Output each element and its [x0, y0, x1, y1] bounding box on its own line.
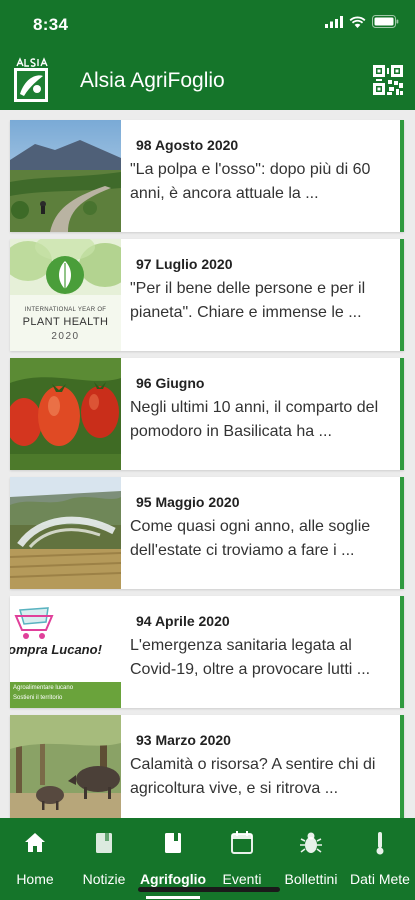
thumb-caption-line2: Agroalimentare lucano — [13, 685, 74, 691]
tab-label: Agrifoglio — [139, 871, 207, 887]
book-icon — [96, 833, 112, 853]
tab-label: Dati Mete — [350, 871, 410, 887]
home-icon — [25, 833, 45, 852]
status-time: 8:34 — [33, 15, 69, 34]
article-list: 98 Agosto 2020 "La polpa e l'osso": dopo… — [0, 110, 415, 818]
article-card[interactable]: 95 Maggio 2020 Come quasi ogni anno, all… — [10, 477, 404, 589]
thermometer-icon — [376, 832, 384, 855]
article-excerpt: "La polpa e l'osso": dopo più di 60 anni… — [130, 161, 371, 202]
article-thumbnail: ompra Lucano! Agroalimentare lucano Sost… — [10, 596, 121, 708]
tab-bollettini[interactable]: Bollettini — [276, 818, 346, 900]
article-thumbnail — [10, 120, 121, 232]
article-card[interactable]: 98 Agosto 2020 "La polpa e l'osso": dopo… — [10, 120, 404, 232]
article-thumbnail — [10, 477, 121, 589]
thumb-caption-line3: Sostieni il territorio — [13, 695, 63, 701]
battery-icon — [372, 15, 399, 28]
app-bar: Alsia AgriFoglio — [0, 52, 415, 110]
tab-label: Notizie — [82, 871, 126, 887]
home-indicator — [138, 887, 280, 892]
tab-notizie[interactable]: Notizie — [69, 818, 139, 900]
article-excerpt: Calamità o risorsa? A sentire chi di agr… — [130, 756, 376, 797]
wifi-icon — [349, 16, 366, 28]
calendar-icon — [231, 831, 253, 854]
tab-label: Bollettini — [284, 871, 338, 887]
book-icon — [165, 833, 181, 853]
article-card[interactable]: INTERNATIONAL YEAR OF PLANT HEALTH 2020 … — [10, 239, 404, 351]
article-date: 98 Agosto 2020 — [136, 137, 239, 153]
article-date: 96 Giugno — [136, 375, 205, 391]
app-title: Alsia AgriFoglio — [80, 69, 225, 92]
bug-icon — [300, 832, 322, 853]
qr-code-icon[interactable] — [373, 65, 403, 95]
tab-dati-meteo[interactable]: Dati Mete — [345, 818, 415, 900]
article-card[interactable]: 93 Marzo 2020 Calamità o risorsa? A sent… — [10, 715, 404, 818]
article-date: 93 Marzo 2020 — [136, 732, 231, 748]
alsia-logo-icon — [14, 57, 48, 102]
signal-icon — [325, 15, 343, 28]
tab-label: Eventi — [222, 871, 262, 887]
thumb-caption-line1: ompra Lucano! — [10, 642, 102, 657]
article-card[interactable]: 96 Giugno Negli ultimi 10 anni, il compa… — [10, 358, 404, 470]
article-date: 94 Aprile 2020 — [136, 613, 230, 629]
article-thumbnail — [10, 715, 121, 818]
tab-home[interactable]: Home — [0, 818, 70, 900]
article-excerpt: Negli ultimi 10 anni, il comparto del po… — [130, 399, 379, 440]
article-date: 97 Luglio 2020 — [136, 256, 233, 272]
article-thumbnail — [10, 358, 121, 470]
article-card[interactable]: ompra Lucano! Agroalimentare lucano Sost… — [10, 596, 404, 708]
article-excerpt: "Per il bene delle persone e per il pian… — [130, 280, 366, 321]
status-bar: 8:34 — [0, 0, 415, 52]
article-thumbnail: INTERNATIONAL YEAR OF PLANT HEALTH 2020 — [10, 239, 121, 351]
thumb-caption-line2: PLANT HEALTH — [22, 316, 109, 328]
article-date: 95 Maggio 2020 — [136, 494, 240, 510]
thumb-caption-line1: INTERNATIONAL YEAR OF — [24, 307, 107, 313]
article-excerpt: L'emergenza sanitaria legata al Covid-19… — [130, 637, 371, 678]
tab-label: Home — [16, 871, 54, 887]
thumb-caption-line3: 2020 — [51, 331, 80, 342]
active-tab-indicator — [146, 896, 200, 899]
article-excerpt: Come quasi ogni anno, alle soglie dell'e… — [130, 518, 371, 559]
